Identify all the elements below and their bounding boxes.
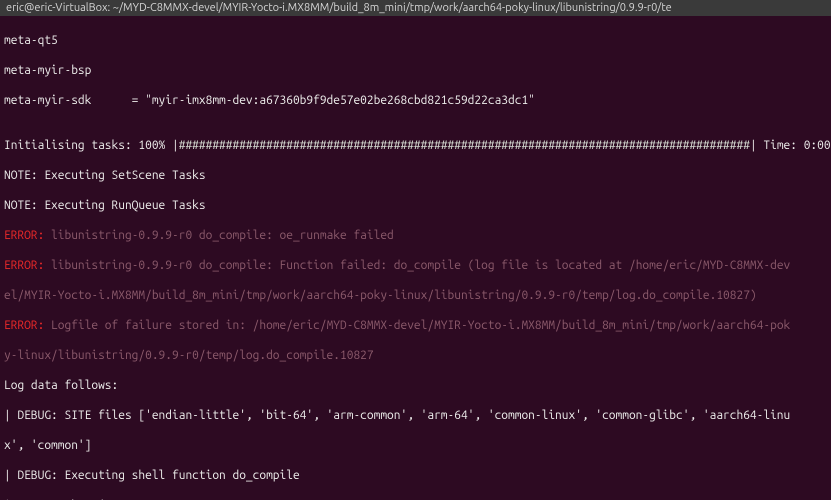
error-label: ERROR: — [4, 259, 44, 272]
error-text: Logfile of failure stored in: /home/eric… — [44, 319, 790, 332]
output-line: | DEBUG: Executing shell function do_com… — [4, 468, 827, 483]
window-titlebar: eric@eric-VirtualBox: ~/MYD-C8MMX-devel/… — [0, 0, 831, 16]
task-time-text: | Time: 0:00:11 — [750, 139, 831, 152]
error-line: ERROR: libunistring-0.9.9-r0 do_compile:… — [4, 228, 827, 243]
output-line: | DEBUG: SITE files ['endian-little', 'b… — [4, 408, 827, 423]
output-line: meta-myir-sdk = "myir-imx8mm-dev:a67360b… — [4, 93, 827, 108]
output-line: NOTE: Executing SetScene Tasks — [4, 168, 827, 183]
output-line: Log data follows: — [4, 378, 827, 393]
terminal-output[interactable]: meta-qt5 meta-myir-bsp meta-myir-sdk = "… — [0, 16, 831, 500]
error-line: el/MYIR-Yocto-i.MX8MM/build_8m_mini/tmp/… — [4, 288, 827, 303]
error-label: ERROR: — [4, 319, 44, 332]
error-text: libunistring-0.9.9-r0 do_compile: Functi… — [44, 259, 790, 272]
error-line: y-linux/libunistring/0.9.9-r0/temp/log.d… — [4, 348, 827, 363]
output-line: meta-qt5 — [4, 33, 827, 48]
progress-bar: ########################################… — [179, 139, 750, 152]
output-line: meta-myir-bsp — [4, 63, 827, 78]
error-line: ERROR: libunistring-0.9.9-r0 do_compile:… — [4, 258, 827, 273]
error-text: libunistring-0.9.9-r0 do_compile: oe_run… — [44, 229, 393, 242]
error-line: ERROR: Logfile of failure stored in: /ho… — [4, 318, 827, 333]
error-label: ERROR: — [4, 229, 44, 242]
window-title-text: eric@eric-VirtualBox: ~/MYD-C8MMX-devel/… — [6, 2, 672, 14]
output-line: x', 'common'] — [4, 438, 827, 453]
task-init-text: Initialising tasks: 100% | — [4, 139, 179, 152]
output-line: Initialising tasks: 100% |##############… — [4, 138, 827, 153]
output-line: NOTE: Executing RunQueue Tasks — [4, 198, 827, 213]
